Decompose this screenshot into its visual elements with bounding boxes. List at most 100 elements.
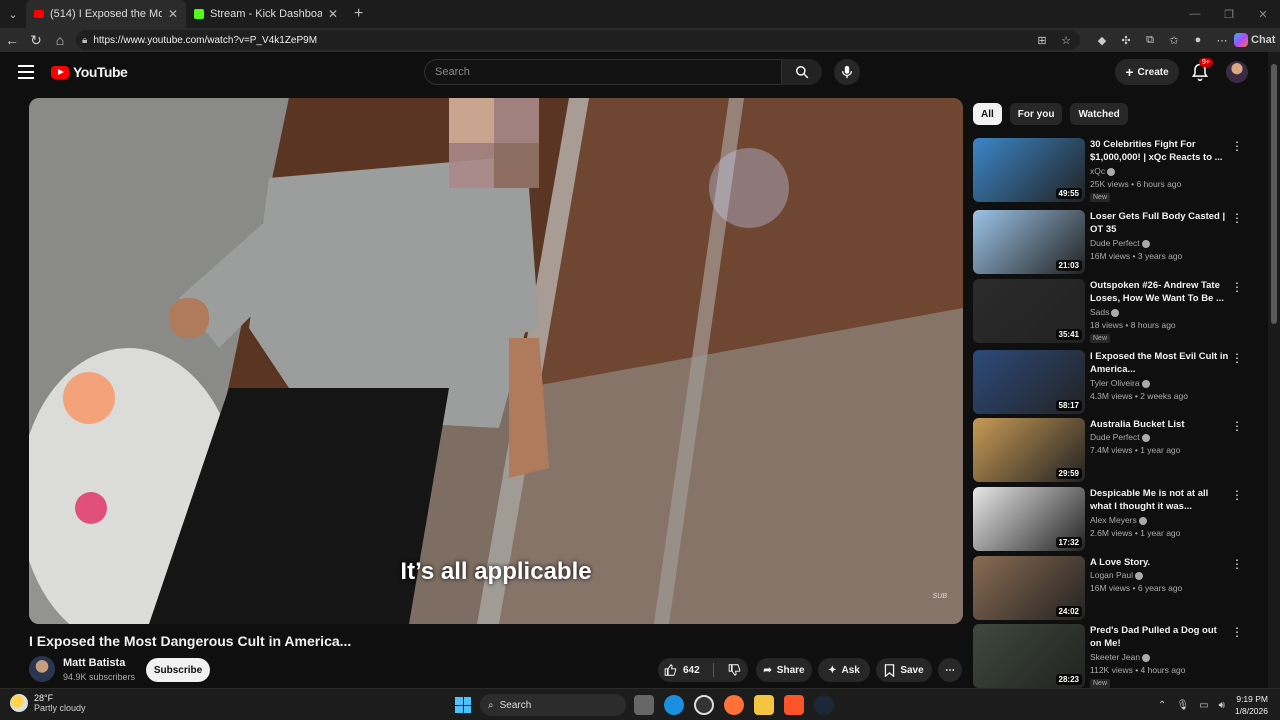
- video-thumbnail[interactable]: 58:17: [973, 350, 1085, 414]
- recommendation-channel[interactable]: Dude Perfect: [1090, 238, 1150, 248]
- weather-widget[interactable]: 28°F Partly cloudy: [10, 693, 86, 713]
- more-vertical-icon[interactable]: ⋮: [1231, 626, 1243, 638]
- start-windows-icon[interactable]: [455, 697, 471, 713]
- chip-all[interactable]: All: [973, 103, 1002, 125]
- search-input[interactable]: Search: [424, 59, 782, 85]
- like-button[interactable]: 642: [664, 663, 700, 677]
- refresh-icon[interactable]: ↻: [24, 32, 48, 49]
- close-tab-icon[interactable]: ✕: [168, 7, 178, 21]
- account-avatar[interactable]: [1226, 61, 1248, 83]
- recommendation-title[interactable]: Outspoken #26- Andrew Tate Loses, How We…: [1090, 279, 1230, 305]
- restore-icon[interactable]: ❐: [1212, 0, 1246, 28]
- recommendation-title[interactable]: Loser Gets Full Body Casted | OT 35: [1090, 210, 1230, 236]
- recommendation-card[interactable]: 29:59 Australia Bucket List Dude Perfect 7.…: [973, 418, 1249, 482]
- close-tab-icon[interactable]: ✕: [328, 7, 338, 21]
- thumbs-down-icon[interactable]: [728, 663, 742, 677]
- more-vertical-icon[interactable]: ⋮: [1231, 140, 1243, 152]
- system-clock[interactable]: 9:19 PM 1/8/2026: [1235, 693, 1268, 717]
- recommendation-channel[interactable]: Logan Paul: [1090, 570, 1144, 580]
- voice-search-button[interactable]: [834, 59, 860, 85]
- steam-icon[interactable]: [814, 695, 834, 715]
- more-vertical-icon[interactable]: ⋮: [1231, 281, 1243, 293]
- recommendation-channel[interactable]: Dude Perfect: [1090, 432, 1150, 442]
- show-hidden-icons-chevron-icon[interactable]: ⌃: [1158, 700, 1166, 711]
- channel-avatar[interactable]: [29, 656, 55, 682]
- file-explorer-icon[interactable]: [754, 695, 774, 715]
- video-thumbnail[interactable]: 28:23: [973, 624, 1085, 688]
- video-player[interactable]: It’s all applicable SUB: [29, 98, 963, 624]
- collections-icon[interactable]: ⧉: [1138, 34, 1162, 47]
- recommendation-card[interactable]: 24:02 A Love Story. Logan Paul 16M views • …: [973, 556, 1249, 620]
- favorite-star-icon[interactable]: ☆: [1054, 34, 1078, 47]
- more-vertical-icon[interactable]: ⋮: [1231, 212, 1243, 224]
- obs-icon[interactable]: [694, 695, 714, 715]
- recommendation-card[interactable]: 28:23 Pred's Dad Pulled a Dog out on Me! S…: [973, 624, 1249, 688]
- create-button[interactable]: + Create: [1115, 59, 1179, 85]
- extension-diamond-icon[interactable]: ◆: [1090, 34, 1114, 47]
- extensions-puzzle-icon[interactable]: ✣: [1114, 34, 1138, 47]
- recommendation-title[interactable]: A Love Story.: [1090, 556, 1230, 569]
- copilot-chat-button[interactable]: Chat: [1234, 33, 1280, 47]
- recommendation-title[interactable]: I Exposed the Most Evil Cult in America.…: [1090, 350, 1230, 376]
- volume-icon[interactable]: 🔊︎: [1219, 700, 1225, 711]
- browser-tab-youtube[interactable]: (514) I Exposed the Most Dangerous Cult …: [26, 0, 186, 28]
- recommendation-title[interactable]: Pred's Dad Pulled a Dog out on Me!: [1090, 624, 1230, 650]
- app-install-icon[interactable]: ⊞: [1030, 34, 1054, 47]
- browser-tab-kick[interactable]: Stream - Kick Dashboard ✕: [186, 0, 346, 28]
- recommendation-channel[interactable]: xQc: [1090, 166, 1116, 176]
- more-vertical-icon[interactable]: ⋮: [1231, 352, 1243, 364]
- menu-hamburger-icon[interactable]: [18, 65, 34, 83]
- video-thumbnail[interactable]: 49:55: [973, 138, 1085, 202]
- close-window-icon[interactable]: ✕: [1246, 0, 1280, 28]
- recommendation-channel[interactable]: Sads: [1090, 307, 1120, 317]
- youtube-logo[interactable]: YouTube: [51, 64, 128, 80]
- recommendation-card[interactable]: 58:17 I Exposed the Most Evil Cult in Ame…: [973, 350, 1249, 414]
- save-button[interactable]: Save: [876, 658, 932, 682]
- more-vertical-icon[interactable]: ⋮: [1231, 558, 1243, 570]
- edge-browser-icon[interactable]: [664, 695, 684, 715]
- more-actions-button[interactable]: ⋯: [938, 658, 962, 682]
- channel-name[interactable]: Matt Batista: [63, 657, 125, 669]
- more-vertical-icon[interactable]: ⋮: [1231, 420, 1243, 432]
- new-tab-plus-icon[interactable]: +: [354, 5, 363, 23]
- home-icon[interactable]: ⌂: [48, 32, 72, 48]
- video-thumbnail[interactable]: 35:41: [973, 279, 1085, 343]
- video-thumbnail[interactable]: 24:02: [973, 556, 1085, 620]
- chip-watched[interactable]: Watched: [1070, 103, 1128, 125]
- recommendation-card[interactable]: 17:32 Despicable Me is not at all what I …: [973, 487, 1249, 551]
- minimize-icon[interactable]: —: [1178, 0, 1212, 28]
- ask-button[interactable]: ✦ Ask: [818, 658, 870, 682]
- recommendation-channel[interactable]: Tyler Oliveira: [1090, 378, 1150, 388]
- recommendation-title[interactable]: Despicable Me is not at all what I thoug…: [1090, 487, 1230, 513]
- recommendation-card[interactable]: 21:03 Loser Gets Full Body Casted | OT 35…: [973, 210, 1249, 274]
- back-arrow-icon[interactable]: ←: [0, 32, 24, 48]
- share-button[interactable]: ➦ Share: [756, 658, 812, 682]
- video-thumbnail[interactable]: 17:32: [973, 487, 1085, 551]
- task-view-icon[interactable]: [634, 695, 654, 715]
- taskbar-search[interactable]: ⌕ Search: [480, 694, 626, 716]
- more-vertical-icon[interactable]: ⋮: [1231, 489, 1243, 501]
- recommendation-card[interactable]: 35:41 Outspoken #26- Andrew Tate Loses, H…: [973, 279, 1249, 343]
- recommendation-title[interactable]: 30 Celebrities Fight For $1,000,000! | x…: [1090, 138, 1230, 164]
- scrollbar-thumb[interactable]: [1271, 64, 1277, 324]
- url-field[interactable]: 🔒︎ https://www.youtube.com/watch?v=P_V4k…: [76, 30, 1080, 50]
- favorites-icon[interactable]: ✩: [1162, 34, 1186, 47]
- brave-browser-icon[interactable]: [784, 695, 804, 715]
- network-icon[interactable]: ▭: [1199, 700, 1208, 711]
- subscribe-button[interactable]: Subscribe: [146, 658, 210, 682]
- recommendation-channel[interactable]: Skeeter Jean: [1090, 652, 1151, 662]
- video-thumbnail[interactable]: 21:03: [973, 210, 1085, 274]
- chip-for-you[interactable]: For you: [1009, 103, 1063, 125]
- video-thumbnail[interactable]: 29:59: [973, 418, 1085, 482]
- recommendation-title[interactable]: Australia Bucket List: [1090, 418, 1230, 431]
- tab-actions-chevron-icon[interactable]: ⌄: [0, 0, 26, 28]
- firefox-icon[interactable]: [724, 695, 744, 715]
- page-scrollbar[interactable]: [1268, 52, 1280, 688]
- search-button[interactable]: [782, 59, 822, 85]
- profile-icon[interactable]: ●: [1186, 34, 1210, 46]
- recommendation-channel[interactable]: Alex Meyers: [1090, 515, 1147, 525]
- site-info-icon[interactable]: 🔒︎: [82, 35, 87, 46]
- microphone-icon[interactable]: 🎙︎: [1176, 700, 1189, 711]
- recommendation-card[interactable]: 49:55 30 Celebrities Fight For $1,000,000…: [973, 138, 1249, 202]
- browser-menu-icon[interactable]: ⋯: [1210, 34, 1234, 47]
